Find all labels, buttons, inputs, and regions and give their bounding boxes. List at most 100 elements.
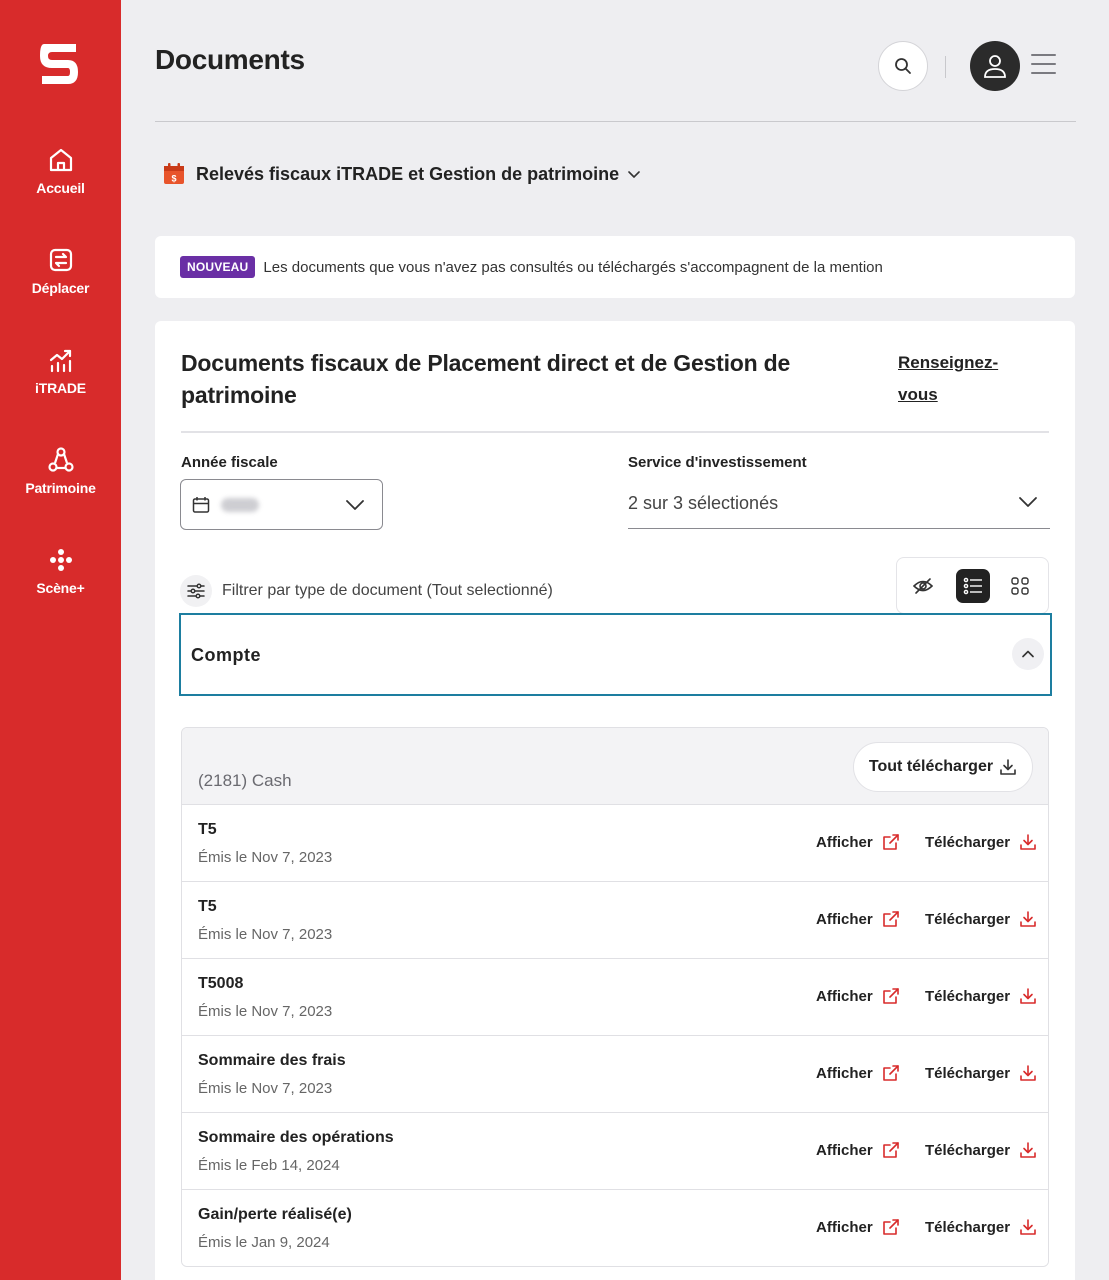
sidebar-item-patrimoine[interactable]: Patrimoine bbox=[0, 446, 121, 496]
download-icon bbox=[1020, 1142, 1036, 1158]
external-link-icon bbox=[882, 988, 899, 1004]
tax-year-select[interactable] bbox=[180, 479, 383, 530]
download-icon bbox=[1020, 1065, 1036, 1081]
download-document-button[interactable]: Télécharger bbox=[925, 1218, 1037, 1236]
filter-label: Filtrer par type de document (Tout selec… bbox=[222, 582, 553, 599]
chart-icon bbox=[49, 349, 71, 373]
collapse-button[interactable] bbox=[1012, 638, 1044, 670]
grid-view-button[interactable] bbox=[1003, 569, 1037, 603]
document-name: Sommaire des frais bbox=[198, 1052, 346, 1069]
view-label: Afficher bbox=[816, 910, 873, 928]
document-type-label: Relevés fiscaux iTRADE et Gestion de pat… bbox=[196, 163, 620, 184]
view-label: Afficher bbox=[816, 1064, 873, 1082]
view-label: Afficher bbox=[816, 1218, 873, 1236]
document-name: Sommaire des opérations bbox=[198, 1129, 394, 1146]
document-issued-date: Émis le Feb 14, 2024 bbox=[198, 1157, 340, 1174]
download-icon bbox=[1020, 834, 1036, 850]
account-documents-panel: (2181) Cash Tout télécharger T5 Émis le N… bbox=[181, 727, 1049, 1267]
chevron-down-icon bbox=[346, 500, 364, 510]
grid-view-icon bbox=[1011, 577, 1029, 595]
account-header: (2181) Cash Tout télécharger bbox=[182, 728, 1048, 805]
header-divider-line bbox=[155, 121, 1076, 122]
document-row: Gain/perte réalisé(e) Émis le Jan 9, 2024… bbox=[182, 1190, 1048, 1266]
download-label: Télécharger bbox=[925, 910, 1011, 928]
external-link-icon bbox=[882, 1065, 899, 1081]
document-name: T5008 bbox=[198, 975, 244, 992]
view-label: Afficher bbox=[816, 987, 873, 1005]
sidebar-item-label: Déplacer bbox=[31, 280, 90, 296]
document-row: T5008 Émis le Nov 7, 2023 Afficher Téléchar… bbox=[182, 959, 1048, 1036]
user-icon bbox=[984, 55, 1006, 78]
view-document-button[interactable]: Afficher bbox=[816, 987, 900, 1005]
view-document-button[interactable]: Afficher bbox=[816, 833, 900, 851]
new-badge: NOUVEAU bbox=[180, 256, 256, 278]
view-document-button[interactable]: Afficher bbox=[816, 910, 900, 928]
transfer-icon bbox=[49, 248, 72, 272]
eye-off-icon bbox=[913, 578, 933, 594]
view-document-button[interactable]: Afficher bbox=[816, 1141, 900, 1159]
download-all-button[interactable]: Tout télécharger bbox=[853, 742, 1033, 792]
new-documents-notice: NOUVEAU Les documents que vous n'avez pa… bbox=[155, 236, 1075, 298]
calendar-icon bbox=[192, 497, 210, 513]
download-document-button[interactable]: Télécharger bbox=[925, 987, 1037, 1005]
page-title: Documents bbox=[155, 44, 305, 75]
sidebar-item-itrade[interactable]: iTRADE bbox=[0, 346, 121, 396]
account-accordion-label: Compte bbox=[191, 645, 261, 665]
list-view-button[interactable] bbox=[956, 569, 990, 603]
download-label: Télécharger bbox=[925, 987, 1011, 1005]
tax-documents-card: Documents fiscaux de Placement direct et… bbox=[155, 321, 1075, 1280]
sidebar-item-accueil[interactable]: Accueil bbox=[0, 146, 121, 196]
external-link-icon bbox=[882, 1142, 899, 1158]
account-accordion[interactable]: Compte bbox=[179, 613, 1052, 696]
download-icon bbox=[1020, 1219, 1036, 1235]
investment-service-select[interactable]: 2 sur 3 sélectionés bbox=[628, 479, 1050, 529]
view-label: Afficher bbox=[816, 833, 873, 851]
profile-avatar-button[interactable] bbox=[970, 41, 1020, 91]
filter-icon bbox=[180, 575, 212, 607]
chevron-down-icon bbox=[1019, 497, 1037, 507]
document-row: T5 Émis le Nov 7, 2023 Afficher Télécharger bbox=[182, 805, 1048, 882]
search-button[interactable] bbox=[878, 41, 928, 91]
download-document-button[interactable]: Télécharger bbox=[925, 910, 1037, 928]
hide-viewed-button[interactable] bbox=[906, 569, 940, 603]
download-document-button[interactable]: Télécharger bbox=[925, 833, 1037, 851]
document-issued-date: Émis le Nov 7, 2023 bbox=[198, 926, 333, 943]
document-type-filter[interactable]: Filtrer par type de document (Tout selec… bbox=[180, 575, 553, 607]
view-document-button[interactable]: Afficher bbox=[816, 1064, 900, 1082]
sidebar-item-label: iTRADE bbox=[35, 380, 86, 396]
sidebar-item-deplacer[interactable]: Déplacer bbox=[0, 246, 121, 296]
svg-text:$: $ bbox=[171, 174, 176, 184]
external-link-icon bbox=[882, 1219, 899, 1235]
document-issued-date: Émis le Nov 7, 2023 bbox=[198, 1080, 333, 1097]
investment-service-value: 2 sur 3 sélectionés bbox=[628, 493, 779, 513]
sidebar-item-scene[interactable]: Scène+ bbox=[0, 546, 121, 596]
card-divider bbox=[181, 431, 1049, 433]
external-link-icon bbox=[882, 834, 899, 850]
learn-more-link[interactable]: Renseignez-vous bbox=[898, 347, 1018, 411]
list-view-icon bbox=[963, 577, 982, 595]
sidebar-item-label: Scène+ bbox=[36, 580, 85, 596]
document-row: Sommaire des opérations Émis le Feb 14, 2… bbox=[182, 1113, 1048, 1190]
document-issued-date: Émis le Nov 7, 2023 bbox=[198, 1003, 333, 1020]
download-icon bbox=[1020, 988, 1036, 1004]
view-label: Afficher bbox=[816, 1141, 873, 1159]
download-icon bbox=[1020, 911, 1036, 927]
header-divider bbox=[945, 56, 946, 78]
download-document-button[interactable]: Télécharger bbox=[925, 1064, 1037, 1082]
notice-text: Les documents que vous n'avez pas consul… bbox=[263, 258, 883, 276]
account-name: (2181) Cash bbox=[198, 771, 292, 790]
scene-plus-icon bbox=[49, 549, 72, 571]
scotiabank-logo[interactable] bbox=[38, 40, 82, 88]
document-row: Sommaire des frais Émis le Nov 7, 2023 Aff… bbox=[182, 1036, 1048, 1113]
download-document-button[interactable]: Télécharger bbox=[925, 1141, 1037, 1159]
document-issued-date: Émis le Nov 7, 2023 bbox=[198, 849, 333, 866]
download-all-label: Tout télécharger bbox=[868, 758, 994, 775]
view-document-button[interactable]: Afficher bbox=[816, 1218, 900, 1236]
document-type-dropdown[interactable]: $ Relevés fiscaux iTRADE et Gestion de p… bbox=[163, 163, 641, 185]
hamburger-menu-icon[interactable] bbox=[1031, 54, 1056, 78]
sidebar-item-label: Patrimoine bbox=[25, 480, 96, 496]
home-icon bbox=[49, 148, 72, 172]
document-name: T5 bbox=[198, 898, 217, 915]
wealth-icon bbox=[47, 447, 74, 472]
search-icon bbox=[895, 58, 911, 74]
